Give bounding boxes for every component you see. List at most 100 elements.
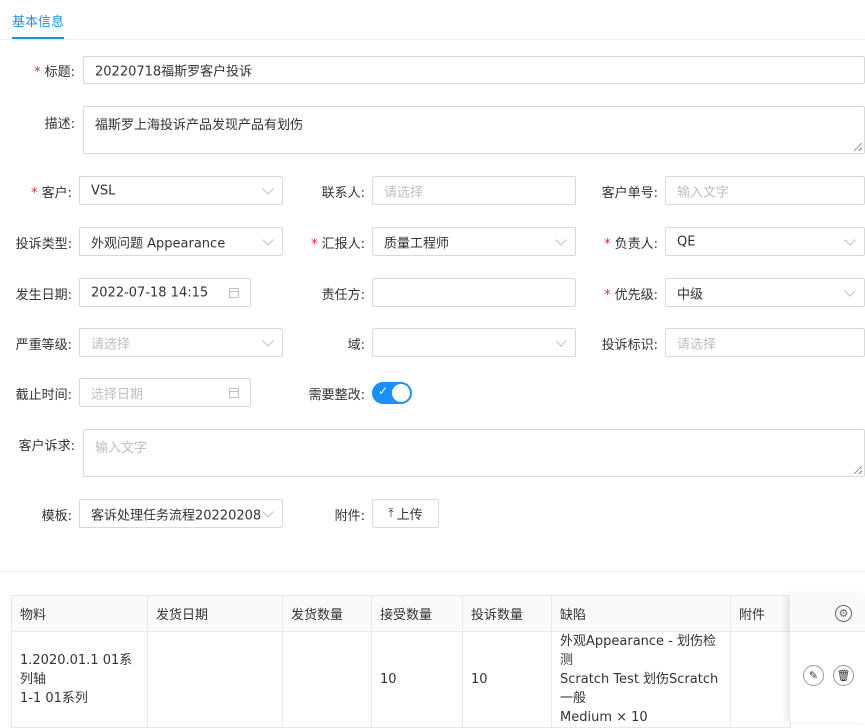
owner-value: QE [677, 234, 696, 249]
material-line: 1-1 01系列 [20, 691, 88, 706]
severity-label: 严重等级: [15, 338, 72, 353]
customer-label: * 客户: [31, 182, 72, 201]
upload-button-label: 上传 [396, 508, 423, 523]
template-label: 模板: [41, 509, 72, 524]
customer-demand-label: 客户诉求: [18, 439, 75, 454]
col-header-complaint-qty[interactable]: 投诉数量 [462, 595, 552, 632]
template-select[interactable]: 客诉处理任务流程20220208 [79, 499, 283, 528]
owner-select[interactable]: QE [665, 227, 865, 256]
contact-select[interactable]: 请选择 [372, 176, 576, 205]
reporter-select[interactable]: 质量工程师 [372, 227, 576, 256]
complaint-type-label: 投诉类型: [15, 237, 72, 252]
material-table: 物料 发货日期 发货数量 接受数量 投诉数量 缺陷 附件 1.2020.01.1… [11, 595, 791, 728]
description-textarea[interactable]: 福斯罗上海投诉产品发现产品有划伤 [83, 106, 865, 154]
needs-rectification-label: 需要整改: [308, 388, 365, 403]
customer-demand-placeholder: 输入文字 [95, 441, 148, 456]
description-label: 描述: [44, 117, 75, 132]
calendar-icon [229, 387, 239, 398]
reporter-label-text: 汇报人: [321, 237, 365, 252]
priority-label: * 优先级: [604, 284, 658, 303]
complaint-type-select[interactable]: 外观问题 Appearance [79, 227, 283, 256]
cell-ship-date [147, 631, 283, 728]
complaint-tag-select[interactable]: 请选择 [665, 328, 865, 357]
chevron-down-icon [555, 334, 567, 347]
contact-placeholder: 请选择 [384, 185, 424, 200]
required-mark: * [604, 237, 611, 252]
cell-defect: 外观Appearance - 划伤检测 Scratch Test 划伤Scratc… [551, 631, 731, 728]
occur-date-label: 发生日期: [15, 288, 72, 303]
customer-label-text: 客户: [41, 186, 72, 201]
chevron-down-icon [262, 334, 274, 347]
chevron-down-icon [555, 233, 567, 246]
col-header-ship-date[interactable]: 发货日期 [147, 595, 283, 632]
required-mark: * [34, 65, 41, 80]
col-header-attachment[interactable]: 附件 [730, 595, 791, 632]
edit-icon[interactable]: ✎ [803, 665, 824, 686]
responsible-party-label: 责任方: [321, 288, 365, 303]
calendar-icon [229, 287, 239, 298]
switch-knob [392, 384, 410, 402]
chevron-down-icon [262, 182, 274, 195]
upload-button[interactable]: ⤒ 上传 [372, 499, 439, 528]
complaint-tag-label: 投诉标识: [601, 338, 658, 353]
tab-divider [0, 39, 865, 40]
required-mark: * [311, 237, 318, 252]
priority-value: 中级 [677, 287, 704, 302]
resize-grip-icon[interactable] [854, 143, 862, 151]
col-header-ship-qty[interactable]: 发货数量 [282, 595, 372, 632]
col-header-defect[interactable]: 缺陷 [551, 595, 731, 632]
domain-select[interactable] [372, 328, 576, 357]
table-row: 1.2020.01.1 01系列轴 1-1 01系列 10 10 外观Appear… [11, 631, 791, 728]
operations-header: ⚙ [790, 595, 865, 632]
customer-demand-textarea[interactable]: 输入文字 [83, 429, 865, 477]
customer-select[interactable]: VSL [79, 176, 283, 205]
gear-icon[interactable]: ⚙ [835, 605, 852, 622]
required-mark: * [31, 186, 38, 201]
needs-rectification-switch[interactable]: ✓ [372, 382, 412, 404]
complaint-tag-placeholder: 请选择 [677, 337, 717, 352]
occur-date-value: 2022-07-18 14:15 [91, 285, 209, 300]
required-mark: * [604, 288, 611, 303]
cell-accepted-qty: 10 [371, 631, 463, 728]
owner-label-text: 负责人: [614, 237, 658, 252]
deadline-picker[interactable]: 选择日期 [79, 378, 251, 407]
template-value: 客诉处理任务流程20220208 [91, 508, 262, 523]
deadline-placeholder: 选择日期 [91, 387, 144, 402]
trash-icon[interactable]: 🗑 [833, 665, 854, 686]
occur-date-picker[interactable]: 2022-07-18 14:15 [79, 278, 251, 307]
chevron-down-icon [844, 284, 856, 297]
defect-line: Scratch Test 划伤Scratch 一般 [560, 672, 719, 706]
customer-order-no-input[interactable]: 输入文字 [665, 176, 865, 205]
title-input[interactable]: 20220718福斯罗客户投诉 [83, 56, 865, 84]
reporter-value: 质量工程师 [384, 236, 450, 251]
defect-line: 外观Appearance - 划伤检测 [560, 634, 717, 668]
col-header-material[interactable]: 物料 [11, 595, 148, 632]
cell-ship-qty [282, 631, 372, 728]
upload-icon: ⤒ [388, 506, 394, 520]
operations-column: ⚙ ✎ 🗑 [789, 595, 865, 722]
contact-label: 联系人: [321, 186, 365, 201]
table-header-row: 物料 发货日期 发货数量 接受数量 投诉数量 缺陷 附件 [11, 595, 791, 632]
cell-material: 1.2020.01.1 01系列轴 1-1 01系列 [11, 631, 148, 728]
resize-grip-icon[interactable] [854, 466, 862, 474]
priority-label-text: 优先级: [614, 288, 658, 303]
material-line: 1.2020.01.1 01系列轴 [20, 653, 133, 687]
reporter-label: * 汇报人: [311, 233, 365, 252]
defect-line: Medium × 10 [560, 710, 648, 725]
tab-basic-info[interactable]: 基本信息 [12, 11, 64, 30]
responsible-party-input[interactable] [372, 278, 576, 307]
chevron-down-icon [262, 505, 274, 518]
check-icon: ✓ [378, 384, 389, 398]
customer-value: VSL [91, 183, 116, 198]
priority-select[interactable]: 中级 [665, 278, 865, 307]
col-header-accepted-qty[interactable]: 接受数量 [371, 595, 463, 632]
cell-complaint-qty: 10 [462, 631, 552, 728]
cell-attachment [730, 631, 791, 728]
customer-order-no-label: 客户单号: [601, 186, 658, 201]
title-value: 20220718福斯罗客户投诉 [95, 64, 253, 80]
section-divider [0, 571, 865, 572]
severity-select[interactable]: 请选择 [79, 328, 283, 357]
title-label-text: 标题: [44, 65, 75, 80]
attachment-label: 附件: [334, 509, 365, 524]
deadline-label: 截止时间: [15, 388, 72, 403]
